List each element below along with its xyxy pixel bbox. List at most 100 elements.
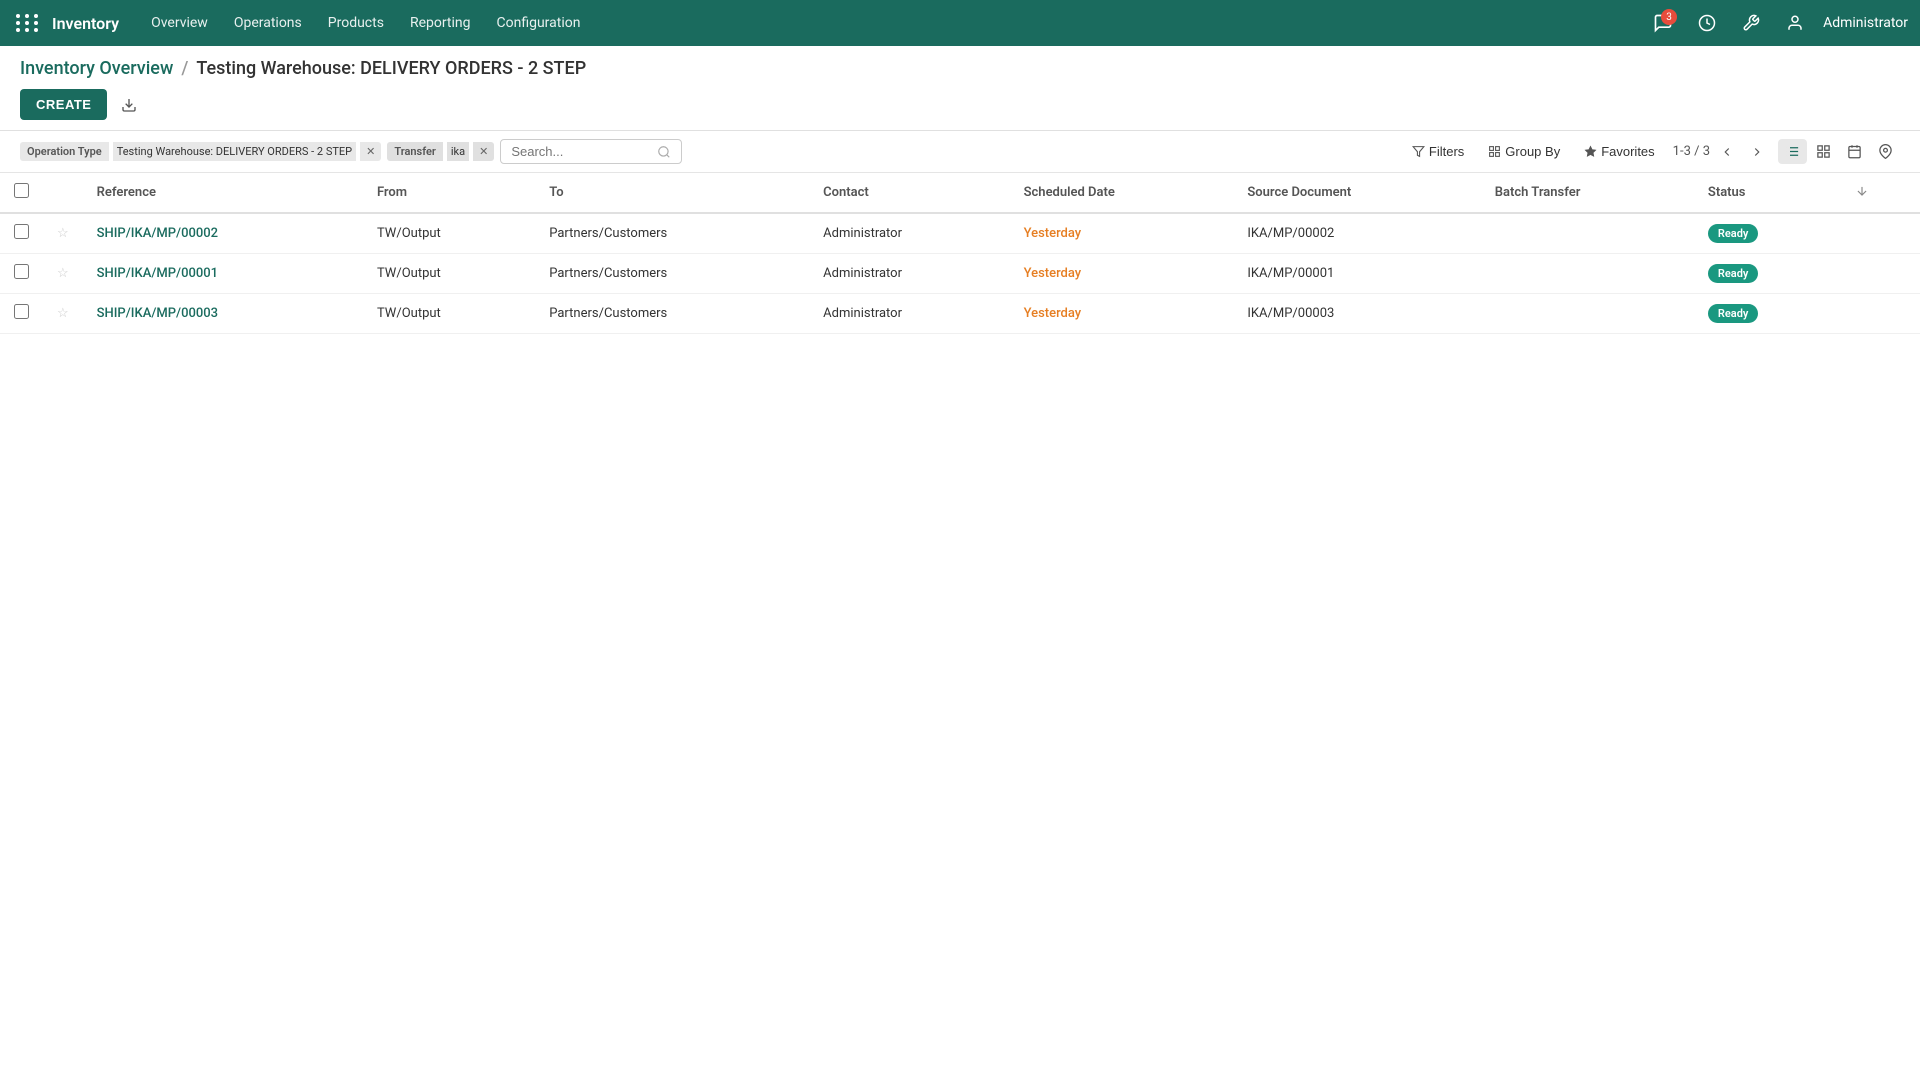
row-star-0[interactable]: ☆ (43, 213, 83, 254)
row-source-1: IKA/MP/00001 (1233, 254, 1480, 294)
row-checkbox-0[interactable] (14, 224, 29, 239)
row-from-0: TW/Output (363, 213, 535, 254)
row-source-0: IKA/MP/00002 (1233, 213, 1480, 254)
nav-menu: Overview Operations Products Reporting C… (139, 9, 1643, 37)
group-by-button[interactable]: Group By (1478, 139, 1570, 164)
row-checkbox-2[interactable] (14, 304, 29, 319)
row-to-0: Partners/Customers (535, 213, 809, 254)
operation-type-filter-close[interactable]: ✕ (360, 142, 381, 161)
row-checkbox-cell[interactable] (0, 254, 43, 294)
row-checkbox-1[interactable] (14, 264, 29, 279)
transfer-filter-value: ika (447, 142, 469, 161)
sort-icon (1855, 184, 1869, 198)
batch-transfer-header[interactable]: Batch Transfer (1481, 173, 1694, 213)
nav-item-configuration[interactable]: Configuration (485, 9, 593, 37)
row-reference-1[interactable]: SHIP/IKA/MP/00001 (83, 254, 363, 294)
nav-item-reporting[interactable]: Reporting (398, 9, 483, 37)
nav-item-overview[interactable]: Overview (139, 9, 220, 37)
breadcrumb-parent[interactable]: Inventory Overview (20, 58, 173, 79)
row-checkbox-cell[interactable] (0, 213, 43, 254)
transfer-filter-close[interactable]: ✕ (473, 142, 494, 161)
download-button[interactable] (115, 91, 143, 119)
chat-icon-button[interactable]: 3 (1647, 7, 1679, 39)
row-batch-0 (1481, 213, 1694, 254)
table-body: ☆ SHIP/IKA/MP/00002 TW/Output Partners/C… (0, 213, 1920, 334)
next-page-button[interactable] (1744, 141, 1770, 163)
filter-bar: Operation Type Testing Warehouse: DELIVE… (0, 131, 1920, 173)
search-icon (657, 145, 671, 159)
operation-type-filter: Operation Type Testing Warehouse: DELIVE… (20, 142, 381, 161)
table-row: ☆ SHIP/IKA/MP/00001 TW/Output Partners/C… (0, 254, 1920, 294)
pagination: 1-3 / 3 (1673, 141, 1770, 163)
favorites-button[interactable]: Favorites (1574, 139, 1664, 164)
filter-icon (1412, 145, 1425, 158)
search-input[interactable] (511, 144, 651, 159)
kanban-view-button[interactable] (1809, 139, 1838, 164)
source-document-header[interactable]: Source Document (1233, 173, 1480, 213)
calendar-view-button[interactable] (1840, 139, 1869, 164)
chevron-right-icon (1750, 145, 1764, 159)
filters-label: Filters (1429, 144, 1464, 159)
contact-header[interactable]: Contact (809, 173, 1009, 213)
filters-button[interactable]: Filters (1402, 139, 1474, 164)
row-reference-2[interactable]: SHIP/IKA/MP/00003 (83, 294, 363, 334)
top-navigation: Inventory Overview Operations Products R… (0, 0, 1920, 46)
nav-right-section: 3 Administrator (1647, 7, 1908, 39)
row-date-1: Yesterday (1010, 254, 1234, 294)
table-header: Reference From To Contact Scheduled Date (0, 173, 1920, 213)
row-reference-0[interactable]: SHIP/IKA/MP/00002 (83, 213, 363, 254)
kanban-icon (1816, 144, 1831, 159)
view-switcher (1778, 139, 1900, 164)
breadcrumb: Inventory Overview / Testing Warehouse: … (20, 58, 1900, 79)
list-view-button[interactable] (1778, 139, 1807, 164)
create-button[interactable]: CREATE (20, 89, 107, 120)
select-all-header[interactable] (0, 173, 43, 213)
group-by-label: Group By (1505, 144, 1560, 159)
row-batch-2 (1481, 294, 1694, 334)
nav-brand[interactable]: Inventory (52, 14, 119, 33)
row-batch-1 (1481, 254, 1694, 294)
apps-menu-button[interactable] (12, 7, 44, 39)
search-box[interactable] (500, 139, 682, 164)
breadcrumb-current: Testing Warehouse: DELIVERY ORDERS - 2 S… (196, 58, 586, 79)
nav-item-operations[interactable]: Operations (222, 9, 314, 37)
transfer-filter: Transfer ika ✕ (387, 142, 494, 161)
operation-type-filter-label: Operation Type (20, 142, 109, 161)
row-to-1: Partners/Customers (535, 254, 809, 294)
filter-actions: Filters Group By Favorites (1402, 139, 1665, 164)
row-status-0: Ready (1694, 213, 1841, 254)
row-actions-1 (1841, 254, 1920, 294)
from-header[interactable]: From (363, 173, 535, 213)
row-star-1[interactable]: ☆ (43, 254, 83, 294)
list-icon (1785, 144, 1800, 159)
favorites-label: Favorites (1601, 144, 1654, 159)
map-view-button[interactable] (1871, 139, 1900, 164)
row-to-2: Partners/Customers (535, 294, 809, 334)
toolbar: CREATE (20, 89, 1900, 130)
row-checkbox-cell[interactable] (0, 294, 43, 334)
settings-icon-button[interactable] (1735, 7, 1767, 39)
reference-header[interactable]: Reference (83, 173, 363, 213)
nav-item-products[interactable]: Products (316, 9, 396, 37)
table-row: ☆ SHIP/IKA/MP/00003 TW/Output Partners/C… (0, 294, 1920, 334)
row-from-1: TW/Output (363, 254, 535, 294)
scheduled-date-header[interactable]: Scheduled Date (1010, 173, 1234, 213)
user-avatar-icon[interactable] (1779, 7, 1811, 39)
breadcrumb-separator: / (181, 58, 188, 79)
row-contact-0: Administrator (809, 213, 1009, 254)
select-all-checkbox[interactable] (14, 183, 29, 198)
prev-page-button[interactable] (1714, 141, 1740, 163)
row-star-2[interactable]: ☆ (43, 294, 83, 334)
operation-type-filter-value: Testing Warehouse: DELIVERY ORDERS - 2 S… (113, 142, 356, 161)
row-actions-0 (1841, 213, 1920, 254)
chevron-left-icon (1720, 145, 1734, 159)
row-contact-2: Administrator (809, 294, 1009, 334)
star-header (43, 173, 83, 213)
row-date-2: Yesterday (1010, 294, 1234, 334)
status-header[interactable]: Status (1694, 173, 1841, 213)
user-menu[interactable]: Administrator (1823, 15, 1908, 31)
clock-icon-button[interactable] (1691, 7, 1723, 39)
user-name: Administrator (1823, 15, 1908, 31)
sort-icon-header[interactable] (1841, 173, 1920, 213)
to-header[interactable]: To (535, 173, 809, 213)
